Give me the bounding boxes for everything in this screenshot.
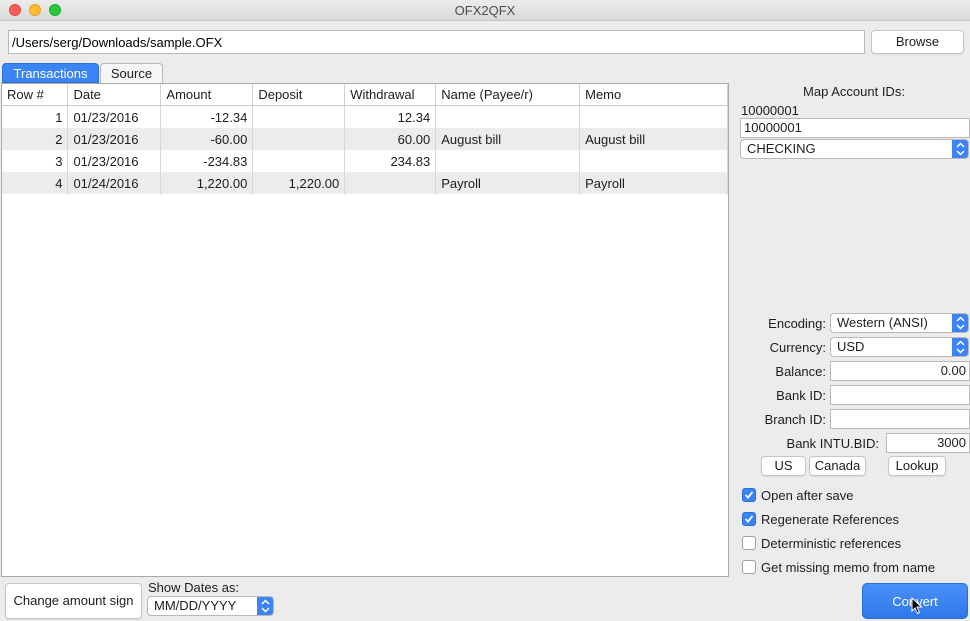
cell-date[interactable]: 01/24/2016 — [67, 172, 162, 194]
column-header-deposit[interactable]: Deposit — [252, 84, 346, 106]
encoding-label: Encoding: — [768, 316, 826, 331]
table-row[interactable]: 2 01/23/2016 -60.00 60.00 August bill Au… — [2, 128, 728, 150]
cell-amount[interactable]: -60.00 — [160, 128, 254, 150]
cell-deposit[interactable] — [252, 105, 346, 128]
mouse-cursor-icon — [911, 596, 923, 618]
balance-input[interactable]: 0.00 — [830, 361, 970, 381]
cell-deposit[interactable] — [252, 128, 346, 150]
cell-row-number[interactable]: 1 — [2, 105, 69, 128]
open-after-save-checkbox[interactable] — [742, 488, 756, 502]
account-type-value: CHECKING — [747, 141, 816, 156]
cell-row-number[interactable]: 4 — [2, 172, 69, 194]
map-account-heading: Map Account IDs: — [803, 84, 905, 99]
date-format-value: MM/DD/YYYY — [154, 598, 237, 613]
bank-id-input[interactable] — [830, 385, 970, 405]
missing-memo-checkbox[interactable] — [742, 560, 756, 574]
cell-memo[interactable]: August bill — [579, 128, 728, 150]
change-amount-sign-button[interactable]: Change amount sign — [5, 583, 142, 619]
select-arrows-icon — [952, 338, 968, 356]
tab-source[interactable]: Source — [100, 63, 163, 83]
column-header-date[interactable]: Date — [67, 84, 162, 106]
table-row[interactable]: 1 01/23/2016 -12.34 12.34 — [2, 105, 728, 128]
cell-withdrawal[interactable]: 12.34 — [344, 105, 437, 128]
column-header-name[interactable]: Name (Payee/r) — [435, 84, 581, 106]
column-header-withdrawal[interactable]: Withdrawal — [344, 84, 437, 106]
cell-name[interactable]: August bill — [435, 128, 581, 150]
encoding-select[interactable]: Western (ANSI) — [830, 313, 969, 333]
cell-name[interactable] — [435, 105, 581, 128]
lookup-button[interactable]: Lookup — [888, 456, 946, 476]
deterministic-references-label: Deterministic references — [761, 536, 902, 551]
currency-label: Currency: — [769, 340, 826, 355]
cell-row-number[interactable]: 3 — [2, 150, 69, 172]
cell-memo[interactable] — [579, 105, 728, 128]
tab-transactions[interactable]: Transactions — [2, 63, 99, 83]
window-title: OFX2QFX — [454, 3, 516, 18]
table-header-row: Row # Date Amount Deposit Withdrawal Nam… — [2, 84, 728, 106]
open-after-save-label: Open after save — [761, 488, 854, 503]
select-arrows-icon — [257, 597, 273, 615]
select-arrows-icon — [952, 314, 968, 332]
canada-button[interactable]: Canada — [809, 456, 866, 476]
balance-label: Balance: — [775, 364, 826, 379]
cell-amount[interactable]: -12.34 — [160, 105, 254, 128]
cell-date[interactable]: 01/23/2016 — [67, 150, 162, 172]
bank-id-label: Bank ID: — [776, 388, 826, 403]
branch-id-input[interactable] — [830, 409, 970, 429]
source-account-id: 10000001 — [741, 103, 799, 118]
intu-bid-label: Bank INTU.BID: — [786, 436, 879, 451]
browse-button[interactable]: Browse — [871, 30, 964, 54]
cell-amount[interactable]: -234.83 — [160, 150, 254, 172]
currency-value: USD — [837, 339, 865, 354]
deterministic-references-checkbox[interactable] — [742, 536, 756, 550]
cell-deposit[interactable]: 1,220.00 — [252, 172, 346, 194]
currency-select[interactable]: USD — [830, 337, 969, 357]
us-button[interactable]: US — [761, 456, 806, 476]
cell-memo[interactable]: Payroll — [579, 172, 728, 194]
select-arrows-icon — [952, 140, 968, 158]
checkmark-icon — [744, 515, 754, 523]
date-format-select[interactable]: MM/DD/YYYY — [147, 596, 274, 616]
cell-name[interactable] — [435, 150, 581, 172]
regenerate-references-checkbox[interactable] — [742, 512, 756, 526]
cell-withdrawal[interactable]: 234.83 — [344, 150, 437, 172]
intu-bid-input[interactable]: 3000 — [886, 433, 970, 453]
table-row[interactable]: 3 01/23/2016 -234.83 234.83 — [2, 150, 728, 172]
file-path-input[interactable] — [8, 30, 865, 54]
cell-withdrawal[interactable] — [344, 172, 437, 194]
missing-memo-label: Get missing memo from name — [761, 560, 936, 575]
cell-deposit[interactable] — [252, 150, 346, 172]
branch-id-label: Branch ID: — [764, 412, 826, 427]
cell-date[interactable]: 01/23/2016 — [67, 105, 162, 128]
checkmark-icon — [744, 491, 754, 499]
column-header-memo[interactable]: Memo — [579, 84, 728, 106]
cell-date[interactable]: 01/23/2016 — [67, 128, 162, 150]
regenerate-references-label: Regenerate References — [761, 512, 900, 527]
cell-memo[interactable] — [579, 150, 728, 172]
show-dates-label: Show Dates as: — [148, 580, 240, 595]
cell-row-number[interactable]: 2 — [2, 128, 69, 150]
target-account-id-input[interactable]: 10000001 — [740, 118, 970, 138]
cell-name[interactable]: Payroll — [435, 172, 581, 194]
cell-amount[interactable]: 1,220.00 — [160, 172, 254, 194]
title-bar: OFX2QFX — [0, 0, 970, 21]
table-row[interactable]: 4 01/24/2016 1,220.00 1,220.00 Payroll P… — [2, 172, 728, 194]
column-header-row-number[interactable]: Row # — [2, 84, 69, 106]
column-header-amount[interactable]: Amount — [160, 84, 254, 106]
account-type-select[interactable]: CHECKING — [740, 139, 969, 159]
encoding-value: Western (ANSI) — [837, 315, 928, 330]
cell-withdrawal[interactable]: 60.00 — [344, 128, 437, 150]
transactions-table[interactable]: Row # Date Amount Deposit Withdrawal Nam… — [1, 83, 729, 577]
